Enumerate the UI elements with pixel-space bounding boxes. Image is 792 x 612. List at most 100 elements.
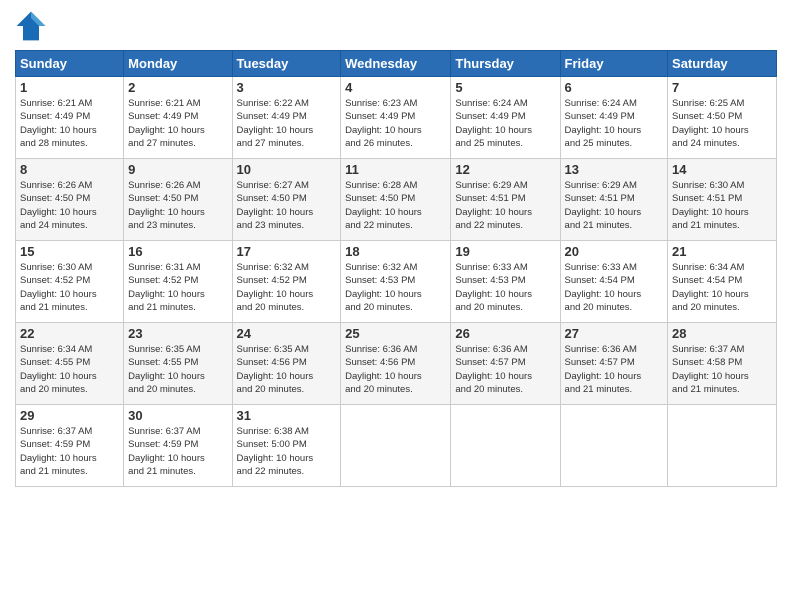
calendar-cell: 15Sunrise: 6:30 AM Sunset: 4:52 PM Dayli… — [16, 241, 124, 323]
day-header-thursday: Thursday — [451, 51, 560, 77]
calendar-cell: 28Sunrise: 6:37 AM Sunset: 4:58 PM Dayli… — [668, 323, 777, 405]
day-info: Sunrise: 6:24 AM Sunset: 4:49 PM Dayligh… — [565, 97, 664, 150]
day-number: 9 — [128, 162, 227, 177]
calendar-cell: 26Sunrise: 6:36 AM Sunset: 4:57 PM Dayli… — [451, 323, 560, 405]
main-container: SundayMondayTuesdayWednesdayThursdayFrid… — [0, 0, 792, 497]
day-number: 8 — [20, 162, 119, 177]
day-info: Sunrise: 6:29 AM Sunset: 4:51 PM Dayligh… — [565, 179, 664, 232]
day-info: Sunrise: 6:38 AM Sunset: 5:00 PM Dayligh… — [237, 425, 337, 478]
day-info: Sunrise: 6:22 AM Sunset: 4:49 PM Dayligh… — [237, 97, 337, 150]
calendar-cell — [560, 405, 668, 487]
day-number: 3 — [237, 80, 337, 95]
day-number: 7 — [672, 80, 772, 95]
day-number: 6 — [565, 80, 664, 95]
calendar-cell: 1Sunrise: 6:21 AM Sunset: 4:49 PM Daylig… — [16, 77, 124, 159]
day-header-friday: Friday — [560, 51, 668, 77]
day-number: 23 — [128, 326, 227, 341]
calendar-cell: 13 Sunrise: 6:29 AM Sunset: 4:51 PM Dayli… — [560, 159, 668, 241]
day-info: Sunrise: 6:34 AM Sunset: 4:55 PM Dayligh… — [20, 343, 119, 396]
calendar-cell — [451, 405, 560, 487]
day-info: Sunrise: 6:37 AM Sunset: 4:58 PM Dayligh… — [672, 343, 772, 396]
day-number: 24 — [237, 326, 337, 341]
calendar-cell: 19 Sunrise: 6:33 AM Sunset: 4:53 PM Dayli… — [451, 241, 560, 323]
calendar-cell — [668, 405, 777, 487]
day-number: 10 — [237, 162, 337, 177]
day-number: 12 — [455, 162, 555, 177]
day-number: 31 — [237, 408, 337, 423]
day-info: Sunrise: 6:37 AM Sunset: 4:59 PM Dayligh… — [20, 425, 119, 478]
day-number: 30 — [128, 408, 227, 423]
calendar-cell: 23 Sunrise: 6:35 AM Sunset: 4:55 PM Dayli… — [124, 323, 232, 405]
day-info: Sunrise: 6:34 AM Sunset: 4:54 PM Dayligh… — [672, 261, 772, 314]
day-number: 29 — [20, 408, 119, 423]
calendar-cell: 22 Sunrise: 6:34 AM Sunset: 4:55 PM Dayli… — [16, 323, 124, 405]
day-number: 13 — [565, 162, 664, 177]
calendar-cell: 21 Sunrise: 6:34 AM Sunset: 4:54 PM Dayli… — [668, 241, 777, 323]
day-header-monday: Monday — [124, 51, 232, 77]
day-info: Sunrise: 6:33 AM Sunset: 4:53 PM Dayligh… — [455, 261, 555, 314]
calendar-cell: 4 Sunrise: 6:23 AM Sunset: 4:49 PM Daylig… — [341, 77, 451, 159]
day-info: Sunrise: 6:24 AM Sunset: 4:49 PM Dayligh… — [455, 97, 555, 150]
day-number: 16 — [128, 244, 227, 259]
day-number: 19 — [455, 244, 555, 259]
calendar-cell: 16 Sunrise: 6:31 AM Sunset: 4:52 PM Dayli… — [124, 241, 232, 323]
calendar-cell: 31 Sunrise: 6:38 AM Sunset: 5:00 PM Dayli… — [232, 405, 341, 487]
logo — [15, 10, 49, 42]
calendar-cell: 18 Sunrise: 6:32 AM Sunset: 4:53 PM Dayli… — [341, 241, 451, 323]
week-row-5: 29 Sunrise: 6:37 AM Sunset: 4:59 PM Dayli… — [16, 405, 777, 487]
calendar-cell: 2 Sunrise: 6:21 AM Sunset: 4:49 PM Daylig… — [124, 77, 232, 159]
day-info: Sunrise: 6:28 AM Sunset: 4:50 PM Dayligh… — [345, 179, 446, 232]
calendar-cell: 11 Sunrise: 6:28 AM Sunset: 4:50 PM Dayli… — [341, 159, 451, 241]
day-info: Sunrise: 6:29 AM Sunset: 4:51 PM Dayligh… — [455, 179, 555, 232]
week-row-4: 22 Sunrise: 6:34 AM Sunset: 4:55 PM Dayli… — [16, 323, 777, 405]
day-number: 27 — [565, 326, 664, 341]
day-header-tuesday: Tuesday — [232, 51, 341, 77]
day-info: Sunrise: 6:23 AM Sunset: 4:49 PM Dayligh… — [345, 97, 446, 150]
calendar-cell: 14Sunrise: 6:30 AM Sunset: 4:51 PM Dayli… — [668, 159, 777, 241]
logo-icon — [15, 10, 47, 42]
calendar-cell: 17Sunrise: 6:32 AM Sunset: 4:52 PM Dayli… — [232, 241, 341, 323]
day-number: 4 — [345, 80, 446, 95]
calendar-cell: 9 Sunrise: 6:26 AM Sunset: 4:50 PM Daylig… — [124, 159, 232, 241]
day-info: Sunrise: 6:26 AM Sunset: 4:50 PM Dayligh… — [128, 179, 227, 232]
day-number: 21 — [672, 244, 772, 259]
calendar-cell: 29 Sunrise: 6:37 AM Sunset: 4:59 PM Dayli… — [16, 405, 124, 487]
day-info: Sunrise: 6:36 AM Sunset: 4:57 PM Dayligh… — [565, 343, 664, 396]
day-info: Sunrise: 6:35 AM Sunset: 4:55 PM Dayligh… — [128, 343, 227, 396]
week-row-2: 8 Sunrise: 6:26 AM Sunset: 4:50 PM Daylig… — [16, 159, 777, 241]
day-number: 22 — [20, 326, 119, 341]
day-number: 25 — [345, 326, 446, 341]
day-info: Sunrise: 6:21 AM Sunset: 4:49 PM Dayligh… — [128, 97, 227, 150]
calendar-cell: 24 Sunrise: 6:35 AM Sunset: 4:56 PM Dayli… — [232, 323, 341, 405]
calendar-cell: 27 Sunrise: 6:36 AM Sunset: 4:57 PM Dayli… — [560, 323, 668, 405]
day-header-sunday: Sunday — [16, 51, 124, 77]
day-info: Sunrise: 6:27 AM Sunset: 4:50 PM Dayligh… — [237, 179, 337, 232]
day-header-wednesday: Wednesday — [341, 51, 451, 77]
week-row-1: 1 Sunrise: 6:21 AM Sunset: 4:49 PM Daylig… — [16, 77, 777, 159]
day-info: Sunrise: 6:31 AM Sunset: 4:52 PM Dayligh… — [128, 261, 227, 314]
calendar-cell: 7 Sunrise: 6:25 AM Sunset: 4:50 PM Daylig… — [668, 77, 777, 159]
day-info: Sunrise: 6:26 AM Sunset: 4:50 PM Dayligh… — [20, 179, 119, 232]
day-info: Sunrise: 6:32 AM Sunset: 4:53 PM Dayligh… — [345, 261, 446, 314]
calendar-cell: 20Sunrise: 6:33 AM Sunset: 4:54 PM Dayli… — [560, 241, 668, 323]
day-info: Sunrise: 6:30 AM Sunset: 4:52 PM Dayligh… — [20, 261, 119, 314]
day-info: Sunrise: 6:30 AM Sunset: 4:51 PM Dayligh… — [672, 179, 772, 232]
calendar-cell: 25 Sunrise: 6:36 AM Sunset: 4:56 PM Dayli… — [341, 323, 451, 405]
day-number: 26 — [455, 326, 555, 341]
header — [15, 10, 777, 42]
day-header-saturday: Saturday — [668, 51, 777, 77]
calendar-table: SundayMondayTuesdayWednesdayThursdayFrid… — [15, 50, 777, 487]
day-number: 2 — [128, 80, 227, 95]
day-number: 20 — [565, 244, 664, 259]
day-number: 1 — [20, 80, 119, 95]
day-info: Sunrise: 6:35 AM Sunset: 4:56 PM Dayligh… — [237, 343, 337, 396]
calendar-cell: 5Sunrise: 6:24 AM Sunset: 4:49 PM Daylig… — [451, 77, 560, 159]
day-info: Sunrise: 6:25 AM Sunset: 4:50 PM Dayligh… — [672, 97, 772, 150]
calendar-cell: 30Sunrise: 6:37 AM Sunset: 4:59 PM Dayli… — [124, 405, 232, 487]
calendar-cell: 8 Sunrise: 6:26 AM Sunset: 4:50 PM Daylig… — [16, 159, 124, 241]
day-number: 11 — [345, 162, 446, 177]
day-number: 18 — [345, 244, 446, 259]
calendar-cell — [341, 405, 451, 487]
calendar-cell: 3 Sunrise: 6:22 AM Sunset: 4:49 PM Daylig… — [232, 77, 341, 159]
day-info: Sunrise: 6:36 AM Sunset: 4:56 PM Dayligh… — [345, 343, 446, 396]
